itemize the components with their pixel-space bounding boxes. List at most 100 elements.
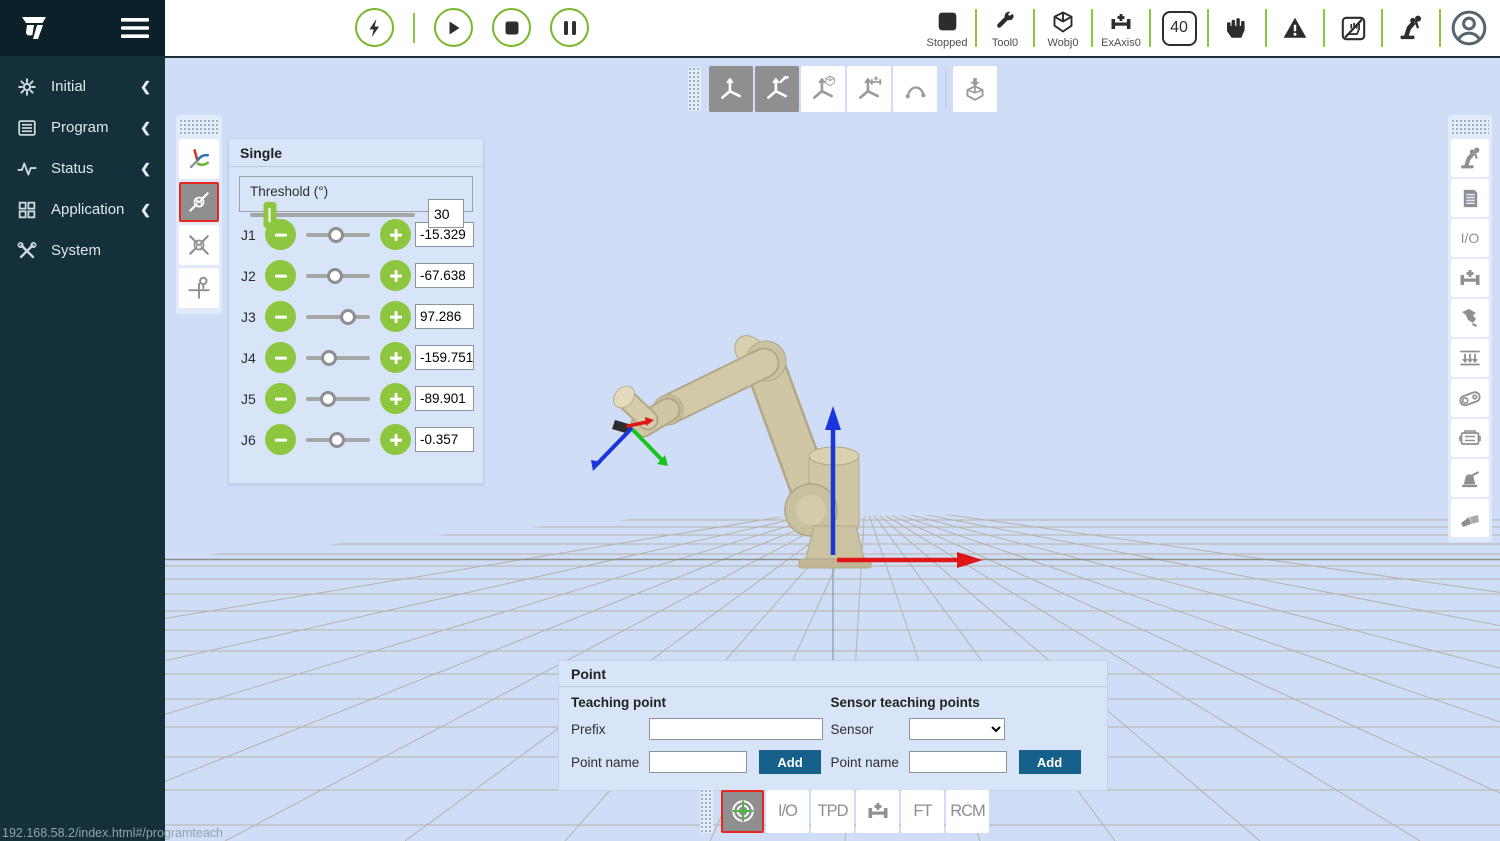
user-account-button[interactable]: [1441, 9, 1497, 47]
gripper-button[interactable]: [1451, 299, 1489, 337]
tpd-tab[interactable]: TPD: [811, 790, 854, 833]
robot-model-button[interactable]: [1383, 14, 1439, 42]
joint-plus-button[interactable]: [380, 424, 411, 455]
toolbar-drag-handle[interactable]: [700, 789, 713, 833]
workobject-frame-button[interactable]: [801, 66, 845, 112]
file-button[interactable]: [1451, 179, 1489, 217]
chevron-left-icon[interactable]: ❮: [140, 120, 151, 136]
add-sensor-point-button[interactable]: Add: [1019, 750, 1081, 774]
stop-button[interactable]: [492, 8, 531, 47]
joint-slider[interactable]: [306, 348, 370, 368]
joint-value-input[interactable]: [415, 304, 474, 329]
sidebar-item-system[interactable]: System: [0, 230, 165, 271]
workpiece-button[interactable]: [1451, 499, 1489, 537]
single-joint-jog-button[interactable]: [179, 182, 219, 222]
threshold-slider-thumb[interactable]: [263, 202, 276, 228]
pause-button[interactable]: [550, 8, 589, 47]
joint-row-j3: J3: [229, 296, 483, 337]
external-axis-indicator[interactable]: ExAxis0: [1093, 8, 1149, 49]
joint-slider[interactable]: [306, 225, 370, 245]
collision-disable-button[interactable]: [1325, 15, 1381, 42]
sidebar-item-initial[interactable]: Initial ❮: [0, 66, 165, 107]
joint-slider-knob[interactable]: [320, 391, 336, 407]
ft-tab[interactable]: FT: [901, 790, 944, 833]
workobject-label: Wobj0: [1048, 37, 1079, 49]
point-name-label: Point name: [831, 755, 909, 770]
conveyor-button[interactable]: [1451, 339, 1489, 377]
joint-minus-button[interactable]: [265, 260, 296, 291]
joint-slider-knob[interactable]: [327, 268, 343, 284]
joint-plus-button[interactable]: [380, 342, 411, 373]
chevron-left-icon[interactable]: ❮: [140, 161, 151, 177]
trajectory-button[interactable]: [893, 66, 937, 112]
joint-label: J5: [241, 391, 265, 407]
motor-button[interactable]: [1451, 419, 1489, 457]
speed-value[interactable]: 40: [1162, 11, 1197, 46]
base-frame-button[interactable]: [709, 66, 753, 112]
belt-drive-button[interactable]: [1451, 379, 1489, 417]
rcm-tab[interactable]: RCM: [946, 790, 989, 833]
joint-slider[interactable]: [306, 389, 370, 409]
joint-value-input[interactable]: [415, 263, 474, 288]
chevron-left-icon[interactable]: ❮: [140, 202, 151, 218]
threshold-slider[interactable]: [250, 213, 415, 217]
program-list-icon: [16, 117, 38, 139]
joint-plus-button[interactable]: [380, 383, 411, 414]
toolbar-drag-handle[interactable]: [1451, 119, 1489, 135]
3d-viewport[interactable]: Single Threshold (°) J1 J2 J3: [165, 58, 1500, 841]
threshold-input[interactable]: [428, 199, 464, 228]
robot-settings-button[interactable]: [1451, 139, 1489, 177]
multi-joint-jog-button[interactable]: [179, 225, 219, 265]
joint-slider[interactable]: [306, 266, 370, 286]
joint-slider-knob[interactable]: [329, 432, 345, 448]
weld-tool-button[interactable]: [1451, 459, 1489, 497]
motor-icon: [1458, 426, 1482, 450]
toolbar-drag-handle[interactable]: [688, 67, 701, 111]
add-point-button[interactable]: Add: [759, 750, 821, 774]
app-logo: [16, 13, 56, 43]
joint-minus-button[interactable]: [265, 383, 296, 414]
toolbar-drag-handle[interactable]: [179, 119, 219, 135]
chevron-left-icon[interactable]: ❮: [140, 79, 151, 95]
teach-point-tab[interactable]: [721, 790, 764, 833]
io-tab[interactable]: I/O: [766, 790, 809, 833]
point-name-input[interactable]: [649, 751, 747, 773]
external-axis-tab[interactable]: [856, 790, 899, 833]
io-panel-button[interactable]: I/O: [1451, 219, 1489, 257]
joint-plus-button[interactable]: [380, 260, 411, 291]
joint-minus-button[interactable]: [265, 301, 296, 332]
menu-hamburger-icon[interactable]: [121, 17, 149, 39]
joint-minus-button[interactable]: [265, 342, 296, 373]
tool-frame-button[interactable]: [755, 66, 799, 112]
joint-plus-button[interactable]: [380, 301, 411, 332]
joint-slider-knob[interactable]: [328, 227, 344, 243]
sidebar-item-status[interactable]: Status ❮: [0, 148, 165, 189]
external-axis-button[interactable]: [1451, 259, 1489, 297]
point-locate-button[interactable]: [179, 268, 219, 308]
joint-minus-button[interactable]: [265, 424, 296, 455]
joint-slider[interactable]: [306, 430, 370, 450]
sidebar-item-application[interactable]: Application ❮: [0, 189, 165, 230]
joint-plus-button[interactable]: [380, 219, 411, 250]
drag-teach-button[interactable]: [1209, 15, 1265, 41]
alarm-button[interactable]: [1267, 15, 1323, 41]
play-button[interactable]: [434, 8, 473, 47]
joint-value-input[interactable]: [415, 345, 474, 370]
external-axis-frame-button[interactable]: [847, 66, 891, 112]
joint-slider-knob[interactable]: [321, 350, 337, 366]
workobject-indicator[interactable]: Wobj0: [1035, 8, 1091, 49]
joint-value-input[interactable]: [415, 386, 474, 411]
joint-slider-knob[interactable]: [340, 309, 356, 325]
enable-robot-button[interactable]: [355, 8, 394, 47]
joint-slider[interactable]: [306, 307, 370, 327]
import-model-button[interactable]: [953, 66, 997, 112]
sidebar-item-program[interactable]: Program ❮: [0, 107, 165, 148]
tool-frame-indicator[interactable]: Tool0: [977, 8, 1033, 49]
joint-value-input[interactable]: [415, 427, 474, 452]
prefix-input[interactable]: [649, 718, 823, 740]
sensor-point-name-input[interactable]: [909, 751, 1007, 773]
cartesian-jog-button[interactable]: [179, 139, 219, 179]
speed-indicator[interactable]: 40: [1151, 11, 1207, 46]
weld-tool-icon: [1459, 467, 1482, 490]
sensor-select[interactable]: [909, 718, 1005, 740]
